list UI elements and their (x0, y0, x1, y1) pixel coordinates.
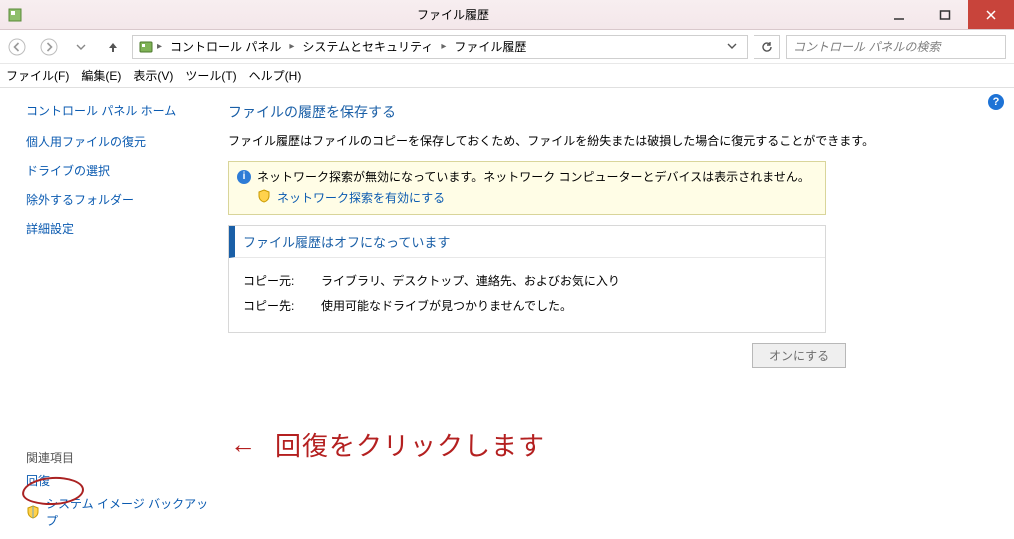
info-icon: i (237, 170, 251, 184)
content-area: コントロール パネル ホーム 個人用ファイルの復元 ドライブの選択 除外するフォ… (0, 88, 1014, 539)
sidebar-link-image-backup[interactable]: システム イメージ バックアップ (46, 495, 212, 529)
back-button[interactable] (4, 34, 30, 60)
sidebar: コントロール パネル ホーム 個人用ファイルの復元 ドライブの選択 除外するフォ… (0, 88, 220, 539)
up-button[interactable] (100, 34, 126, 60)
status-header: ファイル履歴はオフになっています (229, 226, 825, 258)
chevron-right-icon[interactable]: ▸ (155, 41, 164, 52)
enable-network-discovery-link[interactable]: ネットワーク探索を有効にする (277, 189, 445, 206)
sidebar-link-recovery[interactable]: 回復 (26, 472, 212, 489)
sidebar-link-drive[interactable]: ドライブの選択 (26, 162, 220, 179)
control-panel-icon (137, 39, 155, 55)
copy-to-value: 使用可能なドライブが見つかりませんでした。 (321, 297, 572, 314)
menu-help[interactable]: ヘルプ(H) (249, 67, 302, 84)
help-icon[interactable]: ? (988, 94, 1004, 110)
sidebar-home-link[interactable]: コントロール パネル ホーム (26, 102, 220, 119)
status-box: ファイル履歴はオフになっています コピー元: ライブラリ、デスクトップ、連絡先、… (228, 225, 826, 333)
minimize-button[interactable] (876, 0, 922, 29)
maximize-button[interactable] (922, 0, 968, 29)
breadcrumb-item[interactable]: コントロール パネル (164, 36, 287, 58)
menu-tools[interactable]: ツール(T) (185, 67, 236, 84)
refresh-button[interactable] (754, 35, 780, 59)
close-button[interactable] (968, 0, 1014, 29)
main-panel: ? ファイルの履歴を保存する ファイル履歴はファイルのコピーを保存しておくため、… (220, 88, 1014, 539)
sidebar-related: 関連項目 回復 システム イメージ バックアップ (26, 449, 212, 529)
related-label: 関連項目 (26, 449, 212, 466)
shield-icon (26, 505, 40, 519)
notice-text: ネットワーク探索が無効になっています。ネットワーク コンピューターとデバイスは表… (257, 168, 810, 185)
breadcrumb-item[interactable]: システムとセキュリティ (296, 36, 439, 58)
titlebar: ファイル履歴 (0, 0, 1014, 30)
shield-icon (257, 189, 271, 206)
copy-to-label: コピー先: (243, 297, 307, 314)
breadcrumb-item[interactable]: ファイル履歴 (448, 36, 532, 58)
sidebar-link-advanced[interactable]: 詳細設定 (26, 220, 220, 237)
copy-from-value: ライブラリ、デスクトップ、連絡先、およびお気に入り (321, 272, 620, 289)
search-placeholder: コントロール パネルの検索 (793, 38, 940, 55)
recent-locations-button[interactable] (68, 34, 94, 60)
sidebar-link-restore[interactable]: 個人用ファイルの復元 (26, 133, 220, 150)
menu-edit[interactable]: 編集(E) (81, 67, 121, 84)
nav-row: ▸ コントロール パネル ▸ システムとセキュリティ ▸ ファイル履歴 コントロ… (0, 30, 1014, 64)
window-title: ファイル履歴 (30, 0, 876, 29)
turn-on-button[interactable]: オンにする (752, 343, 846, 368)
forward-button[interactable] (36, 34, 62, 60)
chevron-right-icon[interactable]: ▸ (439, 41, 448, 52)
menu-view[interactable]: 表示(V) (133, 67, 173, 84)
app-icon (0, 0, 30, 29)
menu-file[interactable]: ファイル(F) (6, 67, 69, 84)
notice-box: i ネットワーク探索が無効になっています。ネットワーク コンピューターとデバイス… (228, 161, 826, 215)
sidebar-link-exclude[interactable]: 除外するフォルダー (26, 191, 220, 208)
chevron-right-icon[interactable]: ▸ (287, 41, 296, 52)
copy-from-label: コピー元: (243, 272, 307, 289)
menu-bar: ファイル(F) 編集(E) 表示(V) ツール(T) ヘルプ(H) (0, 64, 1014, 88)
page-description: ファイル履歴はファイルのコピーを保存しておくため、ファイルを紛失または破損した場… (228, 132, 986, 149)
search-input[interactable]: コントロール パネルの検索 (786, 35, 1006, 59)
breadcrumb[interactable]: ▸ コントロール パネル ▸ システムとセキュリティ ▸ ファイル履歴 (132, 35, 748, 59)
page-heading: ファイルの履歴を保存する (228, 102, 986, 122)
breadcrumb-dropdown[interactable] (721, 40, 743, 54)
